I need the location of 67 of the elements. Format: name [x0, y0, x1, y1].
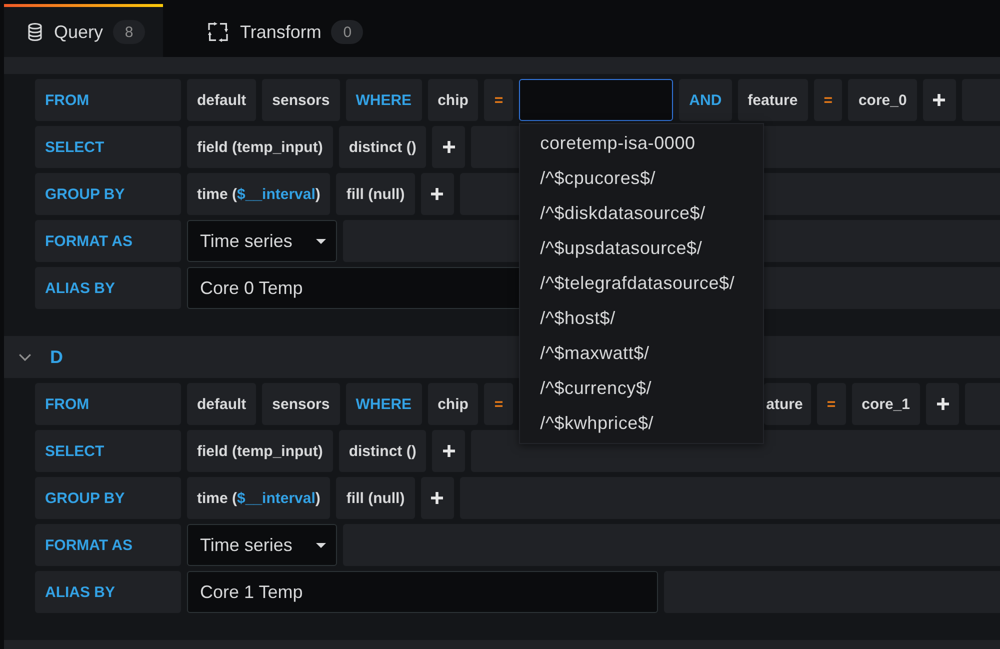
query-segment[interactable]: sensors	[262, 383, 340, 425]
query-segment[interactable]: fill (null)	[336, 173, 415, 215]
row-label: SELECT	[35, 126, 181, 168]
query-segment[interactable]: chip	[428, 383, 478, 425]
operator-segment[interactable]: =	[484, 383, 514, 425]
plus-icon	[442, 141, 455, 153]
add-button[interactable]	[432, 430, 466, 472]
query-segment[interactable]: chip	[428, 79, 478, 121]
count-badge: 0	[331, 20, 364, 44]
row-label: ALIAS BY	[35, 267, 181, 309]
dropdown-option[interactable]: /^$maxwatt$/	[520, 336, 764, 371]
plus-icon	[936, 398, 948, 410]
format-select[interactable]: Time series	[187, 524, 337, 566]
count-badge: 8	[113, 20, 146, 44]
query-segment[interactable]: field (temp_input)	[187, 430, 333, 472]
chevron-down-icon[interactable]	[19, 354, 31, 360]
dropdown-option[interactable]: coretemp-isa-0000	[520, 126, 764, 161]
query-segment[interactable]: sensors	[262, 79, 340, 121]
query-segment[interactable]: field (temp_input)	[187, 126, 333, 168]
keyword-label: AND	[679, 79, 732, 121]
dropdown-option[interactable]: /^$cpucores$/	[520, 161, 764, 196]
row-label: FORMAT AS	[35, 220, 181, 262]
row-label: GROUP BY	[35, 477, 181, 519]
query-segment[interactable]: feature	[738, 79, 808, 121]
add-button[interactable]	[420, 477, 454, 519]
operator-segment[interactable]: =	[816, 383, 846, 425]
alias-field[interactable]: Core 1 Temp	[187, 571, 658, 613]
query-segment[interactable]: default	[187, 383, 256, 425]
dropdown-option[interactable]: /^$kwhprice$/	[520, 406, 764, 441]
row-label: FROM	[35, 79, 181, 121]
plus-icon	[431, 188, 444, 200]
keyword-label: WHERE	[346, 79, 422, 121]
database-icon	[28, 23, 42, 41]
plus-icon	[933, 94, 946, 106]
caret-down-icon	[316, 238, 326, 244]
query-segment[interactable]: time ($__interval)	[187, 173, 330, 215]
query-segment[interactable]: distinct ()	[338, 126, 426, 168]
query-name: D	[50, 346, 63, 368]
format-select[interactable]: Time series	[187, 220, 337, 262]
query-segment[interactable]: ature	[764, 383, 811, 425]
add-button[interactable]	[432, 126, 466, 168]
row-label: ALIAS BY	[35, 571, 181, 613]
tab[interactable]: Query 8	[4, 4, 164, 57]
query-segment[interactable]: time ($__interval)	[187, 477, 330, 519]
tag-value-field[interactable]	[519, 79, 674, 121]
caret-down-icon	[316, 542, 326, 548]
query-segment[interactable]: core_0	[848, 79, 917, 121]
row-label: SELECT	[35, 430, 181, 472]
add-button[interactable]	[922, 79, 956, 121]
query-segment[interactable]: default	[187, 79, 256, 121]
add-button[interactable]	[926, 383, 959, 425]
query-segment[interactable]: core_1	[852, 383, 920, 425]
dropdown-option[interactable]: /^$upsdatasource$/	[520, 231, 764, 266]
dropdown-option[interactable]: /^$diskdatasource$/	[520, 196, 764, 231]
row-label: GROUP BY	[35, 173, 181, 215]
corner-arrows-icon	[208, 22, 228, 42]
keyword-label: WHERE	[346, 383, 422, 425]
plus-icon	[442, 445, 455, 457]
query-segment[interactable]: fill (null)	[336, 477, 415, 519]
operator-segment[interactable]: =	[484, 79, 514, 121]
operator-segment[interactable]: =	[814, 79, 842, 121]
row-label: FROM	[35, 383, 181, 425]
query-segment[interactable]: distinct ()	[338, 430, 426, 472]
add-button[interactable]	[420, 173, 454, 215]
row-label: FORMAT AS	[35, 524, 181, 566]
plus-icon	[431, 492, 444, 504]
tab[interactable]: Transform 0	[184, 4, 382, 57]
